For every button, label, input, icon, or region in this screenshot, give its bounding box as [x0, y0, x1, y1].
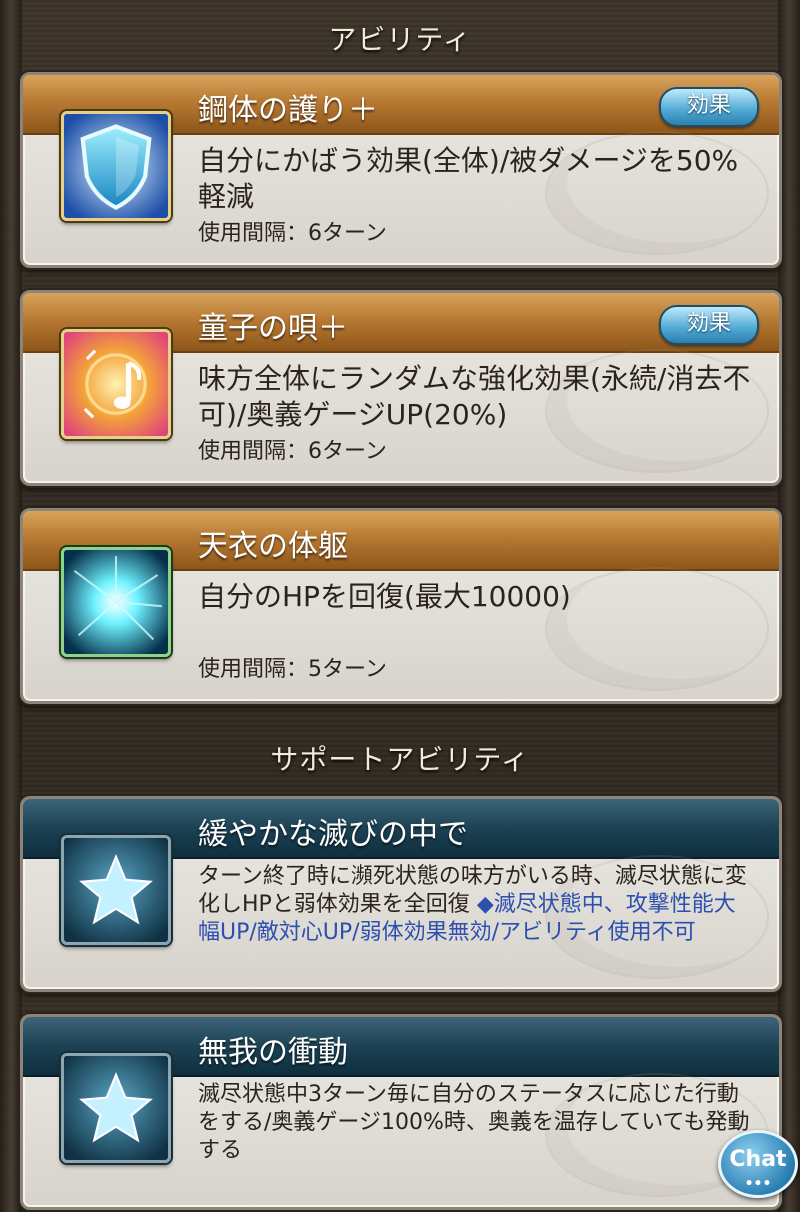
ability-description: 自分のHPを回復(最大10000) [198, 580, 571, 613]
support-section-header: サポートアビリティ [270, 743, 530, 776]
support-ability-name: 緩やかな滅びの中で [198, 817, 468, 852]
ability-cooldown: 使用間隔：5ターン [198, 657, 387, 682]
ability-name: 天衣の体躯 [198, 529, 348, 564]
ability-card-3[interactable]: 天衣の体躯 自分のHPを回復(最大10000) 使用間隔：5ターン [20, 508, 782, 704]
chat-dots: ••• [744, 1176, 772, 1192]
shield-icon [61, 111, 171, 221]
ability-card-2[interactable]: 童子の唄＋ 効果 味方全体にランダムな強化効果(永続/消去不可)/奥義ゲージUP… [20, 290, 782, 486]
ability-name: 鋼体の護り＋ [198, 93, 378, 128]
effect-button[interactable]: 効果 [659, 87, 759, 127]
support-ability-description: 滅尽状態中3ターン毎に自分のステータスに応じた行動をする/奥義ゲージ100%時、… [198, 1082, 750, 1163]
chat-label: Chat [729, 1147, 787, 1172]
star-icon [61, 835, 171, 945]
support-ability-name: 無我の衝動 [198, 1035, 348, 1070]
chat-button[interactable]: Chat ••• [718, 1130, 798, 1198]
effect-button[interactable]: 効果 [659, 305, 759, 345]
support-ability-card-2[interactable]: 無我の衝動 滅尽状態中3ターン毎に自分のステータスに応じた行動をする/奥義ゲージ… [20, 1014, 782, 1210]
music-note-icon [61, 329, 171, 439]
ability-name: 童子の唄＋ [198, 311, 348, 346]
ability-cooldown: 使用間隔：6ターン [198, 439, 387, 464]
left-frame-rail [0, 0, 22, 1212]
heal-burst-icon [61, 547, 171, 657]
ability-cooldown: 使用間隔：6ターン [198, 221, 387, 246]
star-icon [61, 1053, 171, 1163]
support-ability-card-1[interactable]: 緩やかな滅びの中で ターン終了時に瀕死状態の味方がいる時、滅尽状態に変化しHPと… [20, 796, 782, 992]
support-ability-description: ターン終了時に瀕死状態の味方がいる時、滅尽状態に変化しHPと弱体効果を全回復 ◆… [198, 863, 755, 947]
ability-description: 自分にかばう効果(全体)/被ダメージを50%軽減 [198, 144, 739, 213]
ability-section-header: アビリティ [328, 23, 472, 56]
ability-card-1[interactable]: 鋼体の護り＋ 効果 自分にかばう効果(全体)/被ダメージを50%軽減 使用間隔：… [20, 72, 782, 268]
ability-description: 味方全体にランダムな強化効果(永続/消去不可)/奥義ゲージUP(20%) [198, 362, 751, 431]
